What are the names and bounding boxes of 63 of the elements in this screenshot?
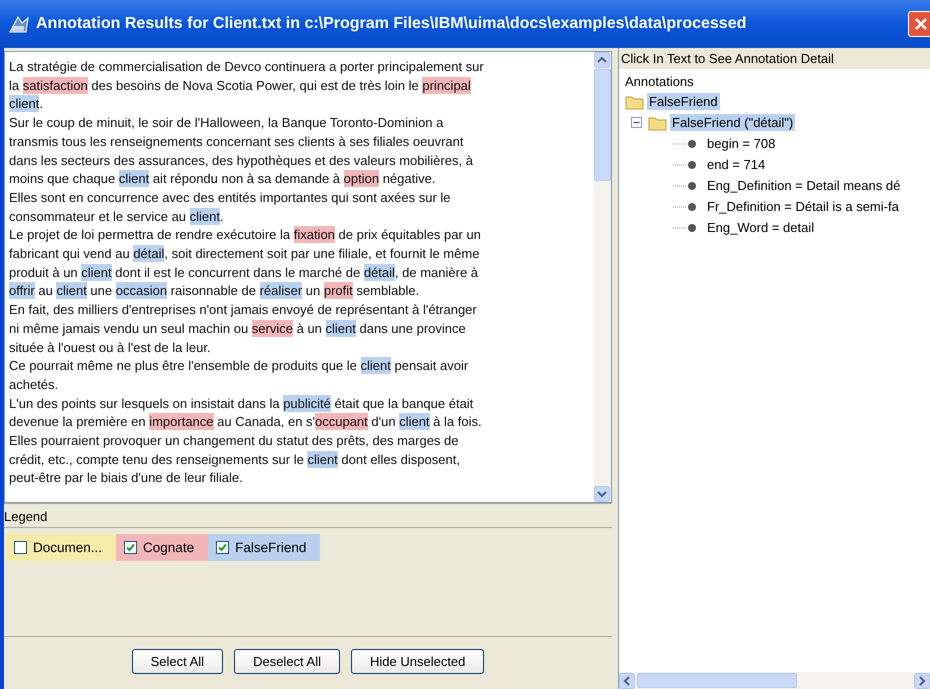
legend-checkbox[interactable]: Cognate <box>116 534 208 561</box>
tree-item[interactable]: FalseFriend <box>647 93 720 110</box>
close-icon <box>914 17 928 31</box>
text-line: achetés. <box>9 376 60 394</box>
action-button[interactable]: Deselect All <box>234 649 340 674</box>
tree-item[interactable]: Eng_Definition = Detail means dé <box>705 177 902 194</box>
tree-root-label: Annotations <box>625 73 695 91</box>
text-line: peut-être par le biais d'une de leur filiale. <box>9 469 244 488</box>
scroll-down-icon[interactable] <box>594 486 610 502</box>
text-line: moins que chaque client ait répondu non à sa demande à option négative. <box>9 170 436 189</box>
tree-item[interactable]: begin = 708 <box>705 135 778 152</box>
text-line: Elles pourraient provoquer un changement du statut des prêts, des marges de <box>9 432 460 450</box>
checkbox-icon <box>216 541 230 554</box>
text-line: transmis tous les renseignements concernant ses clients à ses filiales oeuvrant <box>9 132 464 151</box>
text-line: crédit, etc., compte tenu des renseignements sur le client dont elles disposent, <box>9 450 461 470</box>
scroll-left-icon[interactable] <box>619 672 635 688</box>
legend-checkbox[interactable]: FalseFriend <box>208 534 320 561</box>
text-line: Sur le coup de minuit, le soir de l'Halloween, la Banque Toronto-Dominion a <box>9 114 444 132</box>
legend-checkbox[interactable]: Documen... <box>6 534 116 561</box>
window-title: Annotation Results for Client.txt in c:\Program Files\IBM\uima\docs\examples\data\processed <box>36 15 748 33</box>
leaf-bullet-icon <box>673 200 699 212</box>
text-line: dans les secteurs des assurances, des hypothèques et des valeurs mobilières, à <box>9 152 474 170</box>
legend-label: Legend <box>4 503 612 527</box>
text-line: la satisfaction des besoins de Nova Scotia Power, qui est de très loin le principal <box>9 76 472 96</box>
text-line: Elles sont en concurrence avec des entités importantes qui sont axées sur le <box>9 188 452 207</box>
collapse-icon[interactable] <box>631 117 642 128</box>
text-line: En fait, des milliers d'entreprises n'ont jamais envoyé de représentant à l'étranger <box>9 301 478 320</box>
vertical-scrollbar[interactable] <box>594 52 611 502</box>
scroll-thumb[interactable] <box>594 69 611 181</box>
leaf-bullet-icon <box>673 138 699 150</box>
text-line: L'un des points sur lesquels on insistait dans la publicité était que la banque était <box>9 394 474 414</box>
text-line: fabricant qui vend au détail, soit directement soit par une filiale, et fournit le même <box>9 245 480 264</box>
app-icon <box>8 14 30 34</box>
text-line: consommateur et le service au client. <box>9 208 225 226</box>
text-line: Le projet de loi permettra de rendre exécutoire la fixation de prix équitables par un <box>9 226 482 246</box>
scroll-right-icon[interactable] <box>914 672 930 688</box>
scroll-up-icon[interactable] <box>594 52 610 68</box>
checkbox-icon <box>124 541 138 554</box>
tree-item[interactable]: Eng_Word = detail <box>705 219 816 236</box>
document-text-area[interactable] <box>4 51 612 503</box>
action-button[interactable]: Hide Unselected <box>351 649 484 674</box>
text-line: La stratégie de commercialisation de Devco continuera a porter principalement sur <box>9 58 485 76</box>
horizontal-scrollbar[interactable] <box>619 672 930 689</box>
tree-item[interactable]: end = 714 <box>705 156 768 173</box>
tree-item[interactable]: FalseFriend ("détail") <box>670 114 796 131</box>
close-button[interactable] <box>908 11 930 37</box>
text-line: produit à un client dont il est le concurrent dans le marché de détail, de manière à <box>9 264 480 282</box>
text-line: offrir au client une occasion raisonnable de réaliser un profit semblable. <box>9 282 420 302</box>
text-line: devenue la première en importance au Canada, en s'occupant d'un client à la fois. <box>9 413 483 432</box>
folder-icon <box>648 114 668 130</box>
text-line: située à l'ouest ou à l'est de la leur. <box>9 338 212 357</box>
scroll-thumb[interactable] <box>637 673 797 688</box>
leaf-bullet-icon <box>673 158 699 170</box>
text-line: Ce pourrait même ne plus être l'ensemble de produits que le client pensait avoir <box>9 357 470 376</box>
text-line: ni même jamais vendu un seul machin ou service à un client dans une province <box>9 320 467 339</box>
leaf-bullet-icon <box>673 222 699 234</box>
checkbox-icon <box>14 541 27 554</box>
tree-item[interactable]: Fr_Definition = Détail is a semi-fa <box>705 198 901 215</box>
text-line: client. <box>9 95 44 114</box>
action-button[interactable]: Select All <box>132 649 224 674</box>
folder-icon <box>625 94 645 110</box>
leaf-bullet-icon <box>673 180 699 192</box>
panel-header: Click In Text to See Annotation Detail <box>619 48 930 69</box>
